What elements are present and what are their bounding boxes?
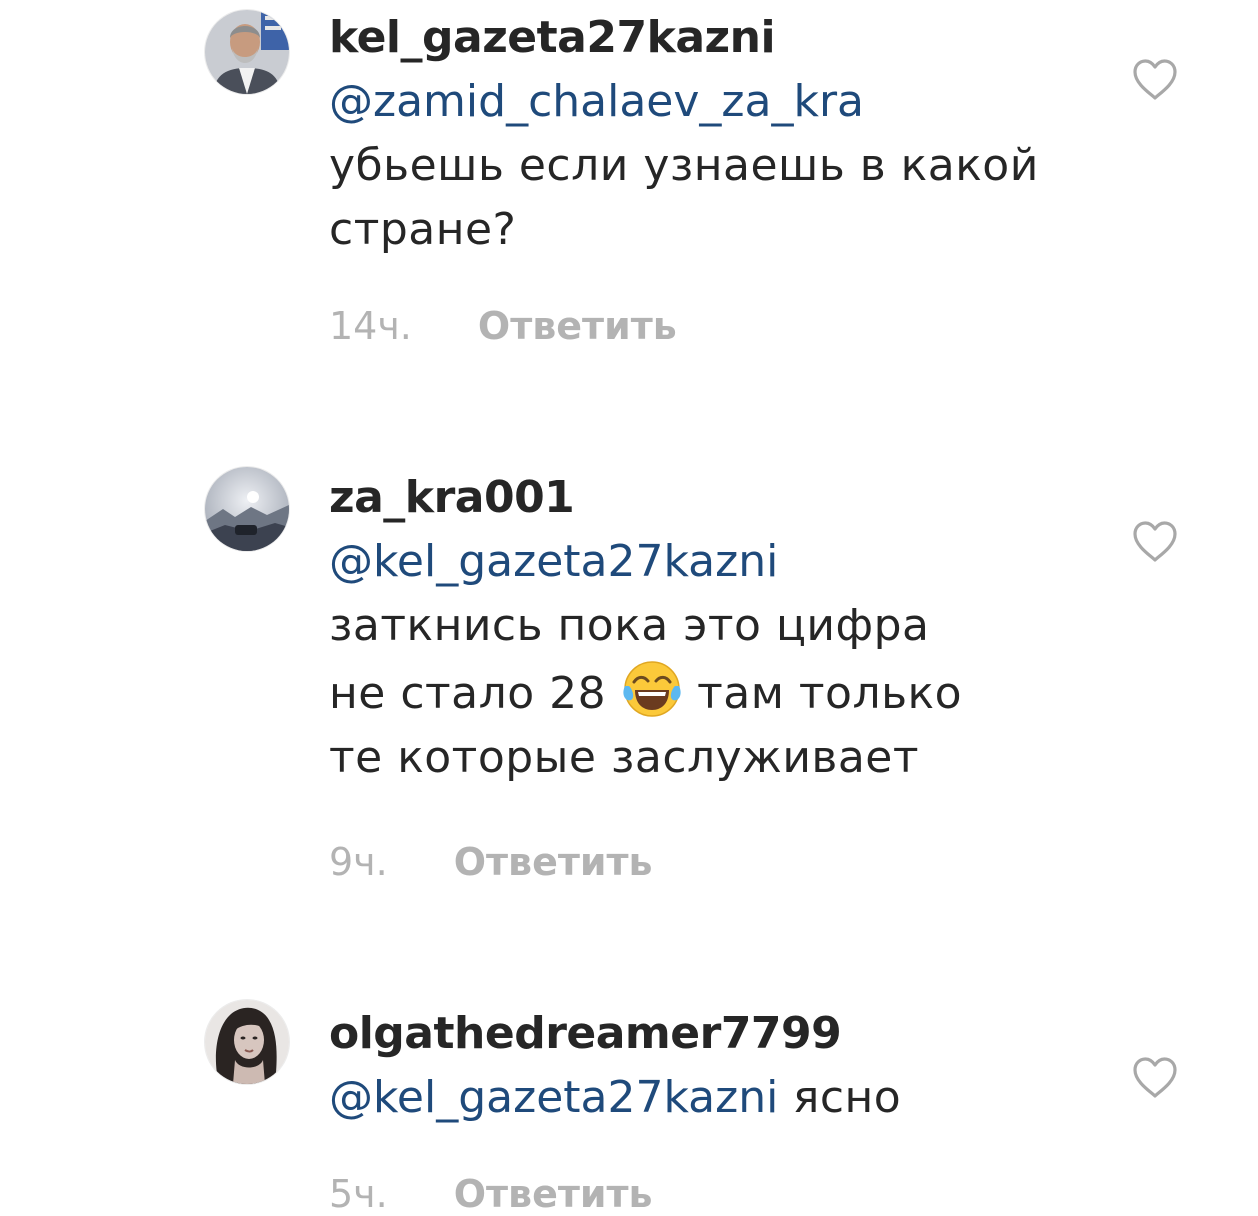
comment-message: ясно: [778, 1072, 902, 1123]
comment-message-line-2-start: не стало 28: [329, 668, 607, 719]
comment-body: olgathedreamer7799 @kel_gazeta27kazni яс…: [329, 1010, 1049, 1130]
comment-mention[interactable]: @kel_gazeta27kazni: [329, 1072, 778, 1123]
comment-meta: 5ч. Ответить: [329, 1172, 653, 1216]
comment-text: @zamid_chalaev_za_kra убьешь если узнаеш…: [329, 70, 1049, 262]
avatar[interactable]: [205, 10, 289, 94]
comment-time: 9ч.: [329, 840, 388, 884]
avatar-photo-woman: [205, 1000, 289, 1084]
comment-time: 14ч.: [329, 304, 412, 348]
heart-outline-icon: [1133, 521, 1177, 562]
reply-button[interactable]: Ответить: [454, 1172, 653, 1216]
reply-button[interactable]: Ответить: [454, 840, 653, 884]
comment-message-line-2-end: там только: [697, 668, 963, 719]
avatar-photo-man: [205, 10, 289, 94]
face-with-tears-of-joy-icon: [621, 658, 683, 720]
comment-text: @kel_gazeta27kazni ясно: [329, 1066, 1049, 1130]
comment-body: kel_gazeta27kazni @zamid_chalaev_za_kra …: [329, 14, 1049, 262]
avatar[interactable]: [205, 1000, 289, 1084]
heart-outline-icon: [1133, 1057, 1177, 1098]
comment-mention[interactable]: @zamid_chalaev_za_kra: [329, 76, 864, 127]
comment-username[interactable]: olgathedreamer7799: [329, 1010, 1049, 1058]
avatar[interactable]: [205, 467, 289, 551]
comment-username[interactable]: za_kra001: [329, 474, 1049, 522]
comment-text: @kel_gazeta27kazni заткнись пока это циф…: [329, 530, 1049, 790]
like-button[interactable]: [1131, 1056, 1179, 1100]
comment-meta: 9ч. Ответить: [329, 840, 653, 884]
comment-time: 5ч.: [329, 1172, 388, 1216]
comment-meta: 14ч. Ответить: [329, 304, 677, 348]
comment-mention[interactable]: @kel_gazeta27kazni: [329, 536, 778, 587]
reply-button[interactable]: Ответить: [478, 304, 677, 348]
comment-body: za_kra001 @kel_gazeta27kazni заткнись по…: [329, 474, 1049, 790]
comment-username[interactable]: kel_gazeta27kazni: [329, 14, 1049, 62]
comment-message-line-3: те которые заслуживает: [329, 732, 920, 783]
avatar-photo-landscape: [205, 467, 289, 551]
comment-message-line-1: заткнись пока это цифра: [329, 600, 930, 651]
heart-outline-icon: [1133, 59, 1177, 100]
like-button[interactable]: [1131, 58, 1179, 102]
like-button[interactable]: [1131, 520, 1179, 564]
comment-message: убьешь если узнаешь в какой стране?: [329, 140, 1039, 255]
